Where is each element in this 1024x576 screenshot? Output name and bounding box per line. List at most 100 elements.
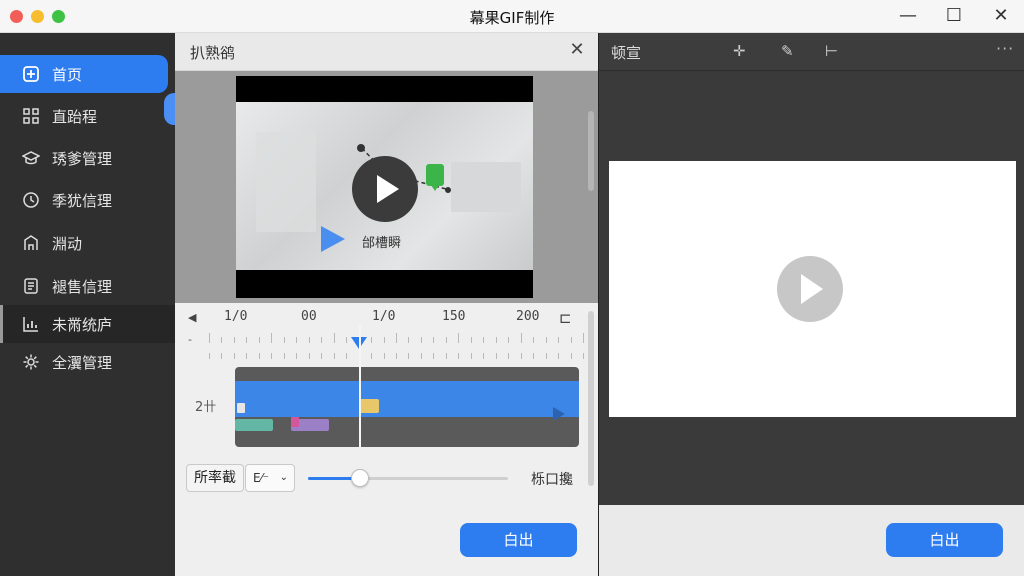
ruler-tick <box>520 353 522 359</box>
selection-indicator <box>0 305 3 343</box>
ruler-tick <box>283 353 285 359</box>
ruler-tick <box>483 353 485 359</box>
gear-icon <box>22 353 40 371</box>
minimize-icon[interactable]: — <box>895 4 921 28</box>
play-small-icon <box>321 226 345 252</box>
sidebar-item-8[interactable]: 全瀷管理 <box>0 343 175 381</box>
sidebar-item-label: 季犹信理 <box>52 191 113 210</box>
close-icon[interactable]: ✕ <box>988 4 1014 28</box>
scrollbar[interactable] <box>588 111 594 191</box>
more-icon[interactable]: ··· <box>996 39 1014 58</box>
sidebar-item-5[interactable]: 淵动 <box>0 224 175 262</box>
ruler-tick <box>246 353 248 359</box>
ruler-tick <box>458 353 460 359</box>
sidebar-item-7[interactable]: 未黹统庐 <box>0 305 175 343</box>
sidebar-item-label: 全瀷管理 <box>52 353 113 372</box>
ruler-tick <box>271 333 273 343</box>
ruler-tick <box>221 353 223 359</box>
ruler-tick <box>533 337 535 343</box>
sidebar-item-4[interactable]: 季犹信理 <box>0 181 175 219</box>
brush-tool-icon[interactable]: ✎ <box>781 42 794 60</box>
ruler-tick <box>433 337 435 343</box>
ruler-tick <box>533 353 535 359</box>
export-button-preview[interactable]: 白出 <box>886 523 1003 557</box>
clock-icon <box>22 191 40 209</box>
ruler-tick <box>470 353 472 359</box>
sidebar-item-label: 淵动 <box>52 234 83 253</box>
option-button[interactable]: 所率截 <box>186 464 244 492</box>
ruler-tick <box>308 353 310 359</box>
arrow-left-icon[interactable]: ◀ <box>188 311 196 324</box>
sticker-icon[interactable] <box>426 164 444 191</box>
ruler-label: 150 <box>442 309 466 324</box>
play-icon[interactable] <box>352 156 418 222</box>
keyframe-marker[interactable] <box>359 399 379 413</box>
ruler-tick <box>495 353 497 359</box>
editor-header: 扒熟鹆 ✕ <box>175 33 598 71</box>
video-player[interactable]: 邰槽瞬 <box>236 76 533 298</box>
chevron-down-icon: ⌄ <box>279 472 288 483</box>
sidebar-item-label: 琇爹管理 <box>52 149 113 168</box>
clip-marker[interactable] <box>237 403 245 413</box>
home-icon <box>22 65 40 83</box>
ruler-tick <box>458 333 460 343</box>
export-button[interactable]: 白出 <box>460 523 577 557</box>
crop-tool-icon[interactable]: ⊢ <box>825 42 838 60</box>
ruler-tick <box>296 337 298 343</box>
ruler-tick <box>333 333 335 343</box>
clip-marker[interactable] <box>291 417 299 427</box>
ruler-tick <box>321 353 323 359</box>
ruler-tick <box>508 353 510 359</box>
option-select[interactable]: E⁄⁻ ⌄ <box>245 464 295 492</box>
ruler-tick <box>558 337 560 343</box>
editor-controls: 所率截 E⁄⁻ ⌄ 栎口攙 <box>175 458 598 498</box>
ruler-tick <box>321 337 323 343</box>
ruler-tick <box>408 337 410 343</box>
ruler-tick <box>209 333 210 343</box>
sticker-clip[interactable] <box>235 419 273 431</box>
timeline-track[interactable] <box>235 367 579 447</box>
ruler-tick <box>258 337 260 343</box>
sidebar-item-label: 未黹统庐 <box>52 315 113 334</box>
ruler-tick <box>445 353 447 359</box>
ruler-tick <box>545 353 547 359</box>
video-clip[interactable] <box>235 381 579 431</box>
ruler-tick <box>371 337 373 343</box>
close-icon[interactable]: ✕ <box>566 39 588 61</box>
ruler-tick <box>483 337 485 343</box>
ruler-tick <box>209 353 210 359</box>
split-tool-icon[interactable]: ⊏ <box>559 309 572 327</box>
ruler-tick <box>258 353 260 359</box>
ruler-tick <box>558 353 560 359</box>
ruler-tick <box>408 353 410 359</box>
ruler-tick <box>583 333 584 343</box>
slider-track[interactable] <box>308 477 508 480</box>
play-icon[interactable] <box>777 256 843 322</box>
playhead-line[interactable] <box>358 325 361 447</box>
maximize-icon[interactable]: ☐ <box>941 4 967 28</box>
sidebar-item-6[interactable]: 褪售信理 <box>0 267 175 305</box>
slider-knob[interactable] <box>351 469 369 487</box>
ruler-label: 00 <box>301 309 317 324</box>
editor-panel: 扒熟鹆 ✕ 邰槽瞬 ◀ 1/0 00 1/0 150 200 ⊏ - 2卄 所率… <box>175 33 598 576</box>
sidebar-item-2[interactable]: 直跆程 <box>0 97 175 135</box>
ruler-label: 200 <box>516 309 540 324</box>
window-title: 幕果GIF制作 <box>469 9 555 27</box>
timeline-ruler[interactable]: ◀ 1/0 00 1/0 150 200 ⊏ - <box>175 303 598 359</box>
title-bar: 幕果GIF制作 — ☐ ✕ <box>0 0 1024 33</box>
preview-panel: 顿宣 ✛ ✎ ⊢ ··· <box>598 33 1024 576</box>
sidebar-item-home[interactable]: 首页 <box>0 55 168 93</box>
scene-sofa <box>451 162 521 212</box>
preview-title: 顿宣 <box>611 44 642 62</box>
ruler-tick <box>308 337 310 343</box>
ruler-label: 1/0 <box>224 309 248 324</box>
sidebar-item-3[interactable]: 琇爹管理 <box>0 139 175 177</box>
chart-icon <box>22 315 40 333</box>
move-tool-icon[interactable]: ✛ <box>733 42 746 60</box>
preview-canvas[interactable] <box>609 161 1016 417</box>
ruler-tick <box>396 353 397 359</box>
ruler-tick <box>271 353 273 359</box>
ruler-tick <box>583 353 584 359</box>
ruler-tick <box>570 353 572 359</box>
sidebar-item-label: 首页 <box>52 65 83 84</box>
